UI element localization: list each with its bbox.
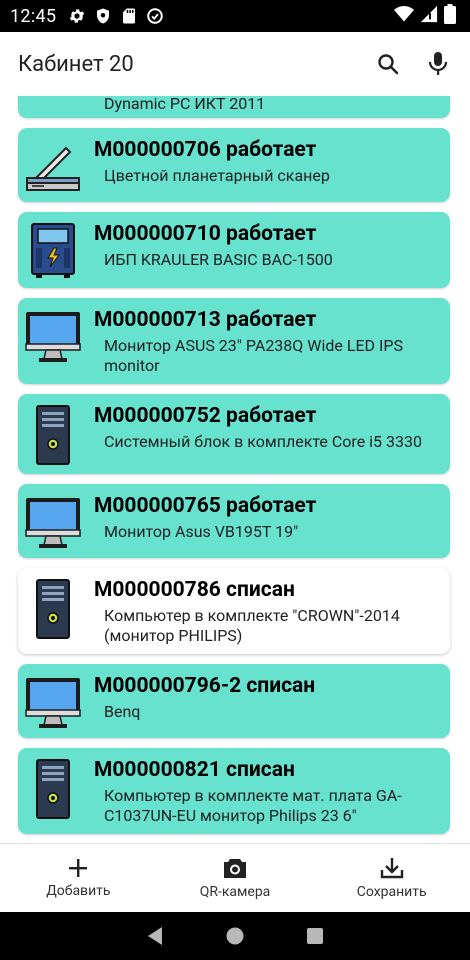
save-label: Сохранить — [356, 884, 427, 900]
list-item[interactable]: M000000786 списан Компьютер в комплекте "… — [18, 568, 450, 654]
sd-card-icon — [120, 7, 138, 25]
wifi-icon — [394, 5, 414, 27]
back-triangle-icon — [148, 927, 162, 945]
list-item-body: M000000821 списан Компьютер в комплекте м… — [88, 756, 440, 826]
pc-tower-icon — [18, 402, 88, 466]
list-item-body: M000000713 работает Монитор ASUS 23" PA23… — [88, 306, 440, 376]
app-bar: Кабинет 20 — [0, 32, 470, 96]
list-item-subtitle: Компьютер в комплекте мат. плата GA-C103… — [104, 786, 402, 825]
list-item-subtitle: Системный блок в комплекте Core i5 3330 — [104, 432, 422, 451]
list-item[interactable]: M000000752 работает Системный блок в комп… — [18, 394, 450, 474]
list-item[interactable]: M000000713 работает Монитор ASUS 23" PA23… — [18, 298, 450, 384]
list-item-subtitle: Dynamic PC ИКТ 2011 — [104, 96, 266, 113]
list-item-body: M000000786 списан Компьютер в комплекте "… — [88, 576, 440, 646]
search-button[interactable] — [374, 50, 402, 78]
list-item-subtitle: Компьютер в комплекте "CROWN"-2014 (мони… — [104, 606, 400, 645]
list-item-title: M000000713 работает — [94, 308, 317, 332]
list-item[interactable]: M000000765 работает Монитор Asus VB195T 1… — [18, 484, 450, 558]
save-button[interactable]: Сохранить — [313, 844, 470, 912]
qr-camera-label: QR-камера — [199, 884, 271, 900]
list-item-subtitle: Цветной планетарный сканер — [104, 166, 330, 185]
list-item-title: M000000821 списан — [94, 758, 295, 782]
microphone-icon — [428, 52, 448, 75]
list-item[interactable]: M000000821 списан Компьютер в комплекте м… — [18, 748, 450, 834]
back-button[interactable] — [115, 926, 195, 946]
add-button[interactable]: Добавить — [0, 844, 157, 912]
home-button[interactable] — [195, 926, 275, 946]
shield-icon — [94, 7, 112, 25]
list-item-body: M000000706 работает Цветной планетарный с… — [88, 136, 440, 194]
signal-icon — [420, 5, 438, 27]
list-item-subtitle: Монитор Asus VB195T 19" — [104, 522, 299, 541]
monitor-icon — [18, 672, 88, 730]
scanner-icon — [18, 136, 88, 194]
ups-icon — [18, 220, 88, 280]
bottom-navigation: Добавить QR-камера Сохранить — [0, 843, 470, 912]
battery-icon — [444, 4, 456, 28]
monitor-icon — [18, 492, 88, 550]
settings-gear-icon — [68, 7, 86, 25]
list-item-body: M000000710 работает ИБП KRAULER BASIC BAC… — [88, 220, 440, 280]
list-item-partial[interactable]: Dynamic PC ИКТ 2011 — [18, 96, 450, 118]
list-item-title: M000000786 списан — [94, 578, 295, 602]
list-item-title: M000000796-2 списан — [94, 674, 316, 698]
qr-camera-button[interactable]: QR-камера — [157, 844, 314, 912]
list-item[interactable]: M000000706 работает Цветной планетарный с… — [18, 128, 450, 202]
add-label: Добавить — [46, 883, 111, 899]
search-icon — [378, 54, 399, 75]
status-bar: 12:45 — [0, 0, 470, 32]
list-item[interactable]: M000000710 работает ИБП KRAULER BASIC BAC… — [18, 212, 450, 288]
list-item-title: M000000752 работает — [94, 404, 317, 428]
list-item-subtitle: Benq — [104, 702, 141, 721]
list-item-subtitle: ИБП KRAULER BASIC BAC-1500 — [104, 250, 333, 269]
camera-icon — [224, 859, 246, 878]
monitor-icon — [18, 306, 88, 376]
download-icon — [380, 858, 403, 879]
pc-tower-icon — [18, 576, 88, 646]
recents-square-icon — [307, 928, 323, 944]
list-item-title: M000000765 работает — [94, 494, 317, 518]
list-item-title: M000000710 работает — [94, 222, 317, 246]
list-item-body: M000000765 работает Монитор Asus VB195T 1… — [88, 492, 440, 550]
pc-tower-icon — [18, 756, 88, 826]
home-circle-icon — [226, 927, 244, 945]
list-item-body: M000000752 работает Системный блок в комп… — [88, 402, 440, 466]
equipment-list[interactable]: Dynamic PC ИКТ 2011 M000000706 работает Ц… — [0, 96, 470, 843]
system-navigation-bar — [0, 912, 470, 960]
recents-button[interactable] — [275, 927, 355, 945]
page-title: Кабинет 20 — [18, 51, 134, 77]
list-item-body: M000000796-2 списан Benq — [88, 672, 440, 730]
list-item[interactable]: M000000796-2 списан Benq — [18, 664, 450, 738]
list-item-title: M000000706 работает — [94, 138, 317, 162]
status-time: 12:45 — [10, 5, 57, 27]
voice-search-button[interactable] — [424, 50, 452, 78]
no-disturb-icon — [146, 7, 164, 25]
plus-icon — [69, 859, 88, 877]
list-item-subtitle: Монитор ASUS 23" PA238Q Wide LED IPS mon… — [104, 336, 403, 375]
